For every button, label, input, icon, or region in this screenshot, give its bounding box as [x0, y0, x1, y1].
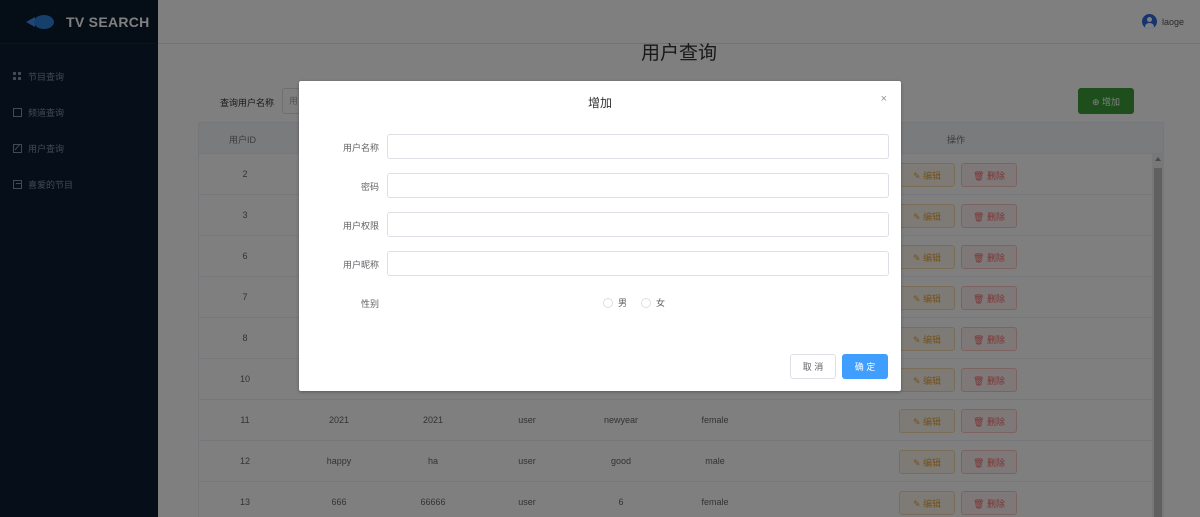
gender-radio-group: 男 女	[603, 296, 679, 309]
nickname-field[interactable]	[387, 251, 889, 276]
gender-female-radio[interactable]: 女	[641, 296, 665, 309]
radio-circle-icon	[641, 297, 652, 308]
gender-male-radio[interactable]: 男	[603, 296, 627, 309]
radio-label: 男	[618, 298, 628, 308]
nickname-label: 用户昵称	[342, 260, 379, 270]
username-field[interactable]	[387, 134, 889, 159]
cancel-button[interactable]: 取 消	[790, 354, 836, 379]
permission-label: 用户权限	[342, 221, 379, 231]
gender-label: 性别	[360, 299, 379, 309]
username-label: 用户名称	[342, 143, 379, 153]
confirm-button[interactable]: 确 定	[842, 354, 888, 379]
password-label: 密码	[360, 182, 379, 192]
password-field[interactable]	[387, 173, 889, 198]
radio-circle-icon	[603, 297, 613, 308]
permission-field[interactable]	[387, 212, 889, 237]
close-icon[interactable]: ×	[881, 93, 887, 105]
dialog-title: 增加	[587, 96, 612, 110]
radio-label: 女	[656, 298, 666, 308]
add-user-dialog: 增加 × 用户名称 密码 用户权限 用户昵称 性别 男 女 取 消 确 定	[299, 81, 901, 391]
